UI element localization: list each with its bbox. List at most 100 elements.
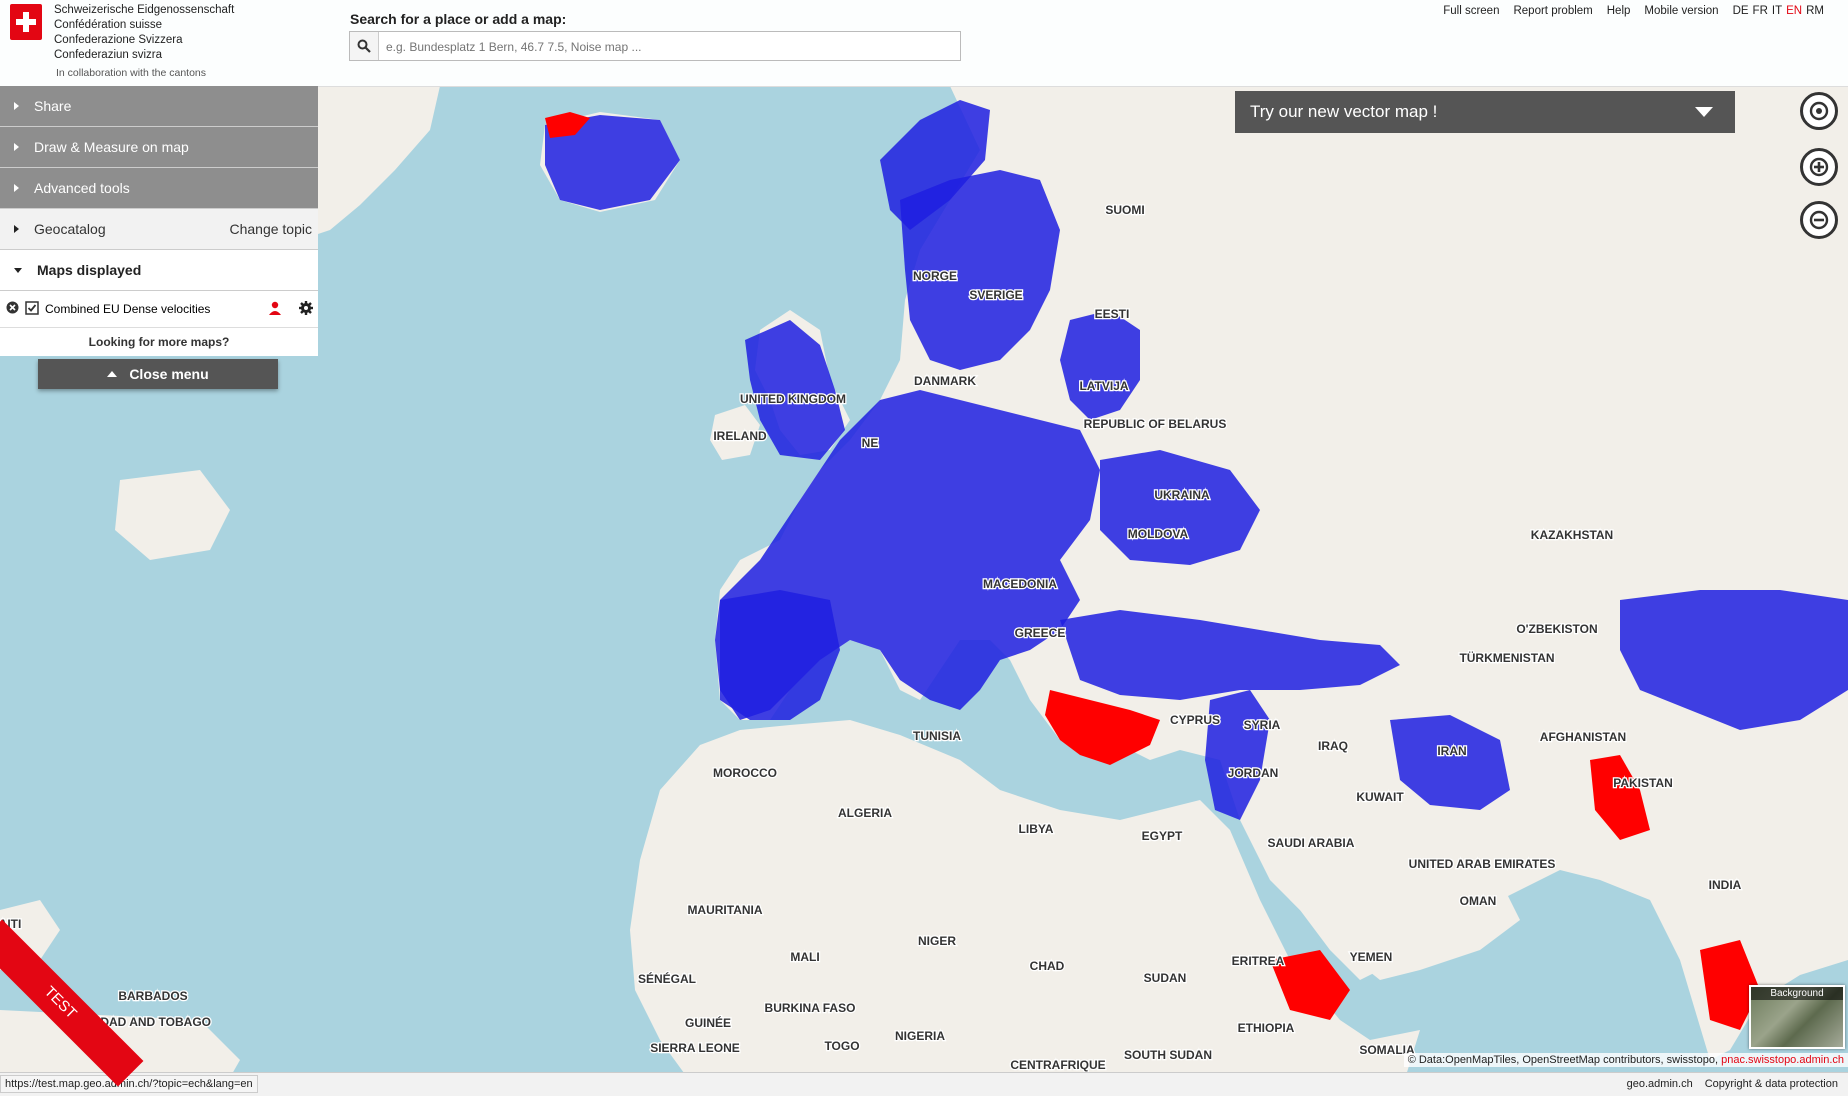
lang-it[interactable]: IT: [1772, 5, 1782, 17]
help-link[interactable]: Help: [1607, 5, 1631, 17]
footer-links: geo.admin.ch Copyright & data protection: [1627, 1078, 1838, 1090]
map-label: IRAQ: [1318, 739, 1348, 753]
lang-rm[interactable]: RM: [1806, 5, 1824, 17]
layer-name: Combined EU Dense velocities: [45, 302, 211, 316]
map-label: LATVIJA: [1079, 379, 1128, 393]
map-label: NIGERIA: [895, 1029, 945, 1043]
close-menu-label: Close menu: [129, 366, 209, 382]
map-label: ETHIOPIA: [1238, 1021, 1295, 1035]
search-input[interactable]: [384, 35, 948, 59]
footer: https://test.map.geo.admin.ch/?topic=ech…: [0, 1072, 1848, 1096]
geo-admin-link[interactable]: geo.admin.ch: [1627, 1078, 1693, 1090]
zoom-in-button[interactable]: [1800, 148, 1838, 186]
remove-layer-icon[interactable]: [6, 301, 19, 317]
map-label: MACEDONIA: [983, 577, 1057, 591]
menu-geocatalog[interactable]: Geocatalog Change topic: [0, 209, 318, 250]
map-label: TÜRKMENISTAN: [1459, 650, 1554, 665]
map-label: SYRIA: [1244, 718, 1281, 732]
map-label: MOROCCO: [713, 766, 777, 780]
map-label: SAUDI ARABIA: [1268, 836, 1355, 850]
map-label: KUWAIT: [1356, 790, 1404, 804]
map-label: MOLDOVA: [1128, 527, 1189, 541]
fullscreen-link[interactable]: Full screen: [1443, 5, 1499, 17]
chevron-down-icon[interactable]: [1695, 107, 1713, 117]
map-label: PAKISTAN: [1613, 776, 1673, 790]
lang-fr[interactable]: FR: [1753, 5, 1768, 17]
close-menu-button[interactable]: Close menu: [38, 359, 278, 389]
map-label: JORDAN: [1228, 766, 1279, 780]
map-label: BURKINA FASO: [765, 1001, 856, 1015]
map-label: IRELAND: [713, 429, 767, 443]
map-label: UNITED KINGDOM: [740, 392, 846, 406]
triangle-up-icon: [107, 371, 118, 377]
attribution-text: © Data:OpenMapTiles, OpenStreetMap contr…: [1407, 1054, 1719, 1066]
plus-icon: [1809, 157, 1829, 177]
mobile-version-link[interactable]: Mobile version: [1644, 5, 1718, 17]
caret-right-icon: [14, 143, 19, 151]
status-url: https://test.map.geo.admin.ch/?topic=ech…: [0, 1075, 258, 1093]
geolocate-button[interactable]: [1800, 92, 1838, 130]
map-label: YEMEN: [1350, 950, 1393, 964]
map-label: SIERRA LEONE: [650, 1041, 740, 1055]
map-label: CYPRUS: [1170, 713, 1220, 727]
vector-map-banner-label: Try our new vector map !: [1250, 102, 1438, 121]
map-label: IRAN: [1437, 744, 1466, 758]
search-box[interactable]: [349, 31, 961, 61]
menu-share-label: Share: [34, 98, 72, 114]
background-selector[interactable]: Background: [1749, 985, 1845, 1049]
map-label: DANMARK: [914, 374, 976, 388]
attribution-link[interactable]: pnac.swisstopo.admin.ch: [1721, 1054, 1844, 1066]
vector-map-banner[interactable]: Try our new vector map !: [1235, 91, 1735, 133]
caret-right-icon: [14, 184, 19, 192]
menu-draw-measure[interactable]: Draw & Measure on map: [0, 127, 318, 168]
map-label: OMAN: [1460, 894, 1497, 908]
menu-geocatalog-label: Geocatalog: [34, 221, 106, 237]
map-label: BARBADOS: [118, 989, 187, 1003]
copyright-link[interactable]: Copyright & data protection: [1705, 1078, 1838, 1090]
caret-down-icon: [14, 267, 22, 273]
map-label: LIBYA: [1019, 822, 1054, 836]
map-label: EGYPT: [1142, 829, 1183, 843]
report-problem-link[interactable]: Report problem: [1513, 5, 1592, 17]
map-label: SVERIGE: [969, 288, 1022, 302]
lang-en[interactable]: EN: [1786, 5, 1802, 17]
menu-share[interactable]: Share: [0, 86, 318, 127]
map-label: REPUBLIC OF BELARUS: [1084, 417, 1227, 431]
maps-displayed-label: Maps displayed: [37, 262, 142, 278]
map-label: INDIA: [1709, 878, 1742, 892]
map-label: O'ZBEKISTON: [1516, 622, 1597, 636]
map-label: CENTRAFRIQUE: [1010, 1058, 1105, 1072]
map-label: AFGHANISTAN: [1540, 730, 1626, 744]
map-label: SUOMI: [1105, 203, 1144, 217]
map-label: SOUTH SUDAN: [1124, 1048, 1212, 1062]
background-label: Background: [1751, 987, 1843, 1000]
confederation-line-it: Confederazione Svizzera: [54, 34, 183, 46]
map-label: TUNISIA: [913, 729, 961, 743]
menu-maps-displayed[interactable]: Maps displayed: [0, 250, 318, 291]
looking-for-more-maps-link[interactable]: Looking for more maps?: [0, 328, 318, 356]
confederation-line-rm: Confederaziun svizra: [54, 49, 163, 61]
map-label: KAZAKHSTAN: [1531, 528, 1613, 542]
map-label: MALI: [790, 950, 819, 964]
menu-draw-label: Draw & Measure on map: [34, 139, 189, 155]
lang-de[interactable]: DE: [1733, 5, 1749, 17]
menu-advanced-tools[interactable]: Advanced tools: [0, 168, 318, 209]
collaboration-text: In collaboration with the cantons: [56, 67, 207, 79]
sidebar: Share Draw & Measure on map Advanced too…: [0, 86, 318, 356]
attribution: © Data:OpenMapTiles, OpenStreetMap contr…: [1403, 1053, 1848, 1067]
user-icon[interactable]: [268, 301, 282, 318]
map-label: ALGERIA: [838, 806, 892, 820]
swiss-flag-icon[interactable]: [10, 4, 42, 40]
layer-visible-checkbox[interactable]: [25, 300, 39, 318]
map-label: NE: [862, 436, 879, 450]
search-icon[interactable]: [350, 32, 379, 60]
map-label: ERITREA: [1232, 954, 1285, 968]
map-label: UKRAINA: [1154, 488, 1210, 502]
change-topic-link[interactable]: Change topic: [229, 221, 312, 237]
map-label: SUDAN: [1144, 971, 1187, 985]
zoom-out-button[interactable]: [1800, 201, 1838, 239]
gear-icon[interactable]: [298, 300, 314, 319]
map-label: TOGO: [824, 1039, 859, 1053]
map-label: GREECE: [1015, 626, 1066, 640]
minus-icon: [1809, 210, 1829, 230]
